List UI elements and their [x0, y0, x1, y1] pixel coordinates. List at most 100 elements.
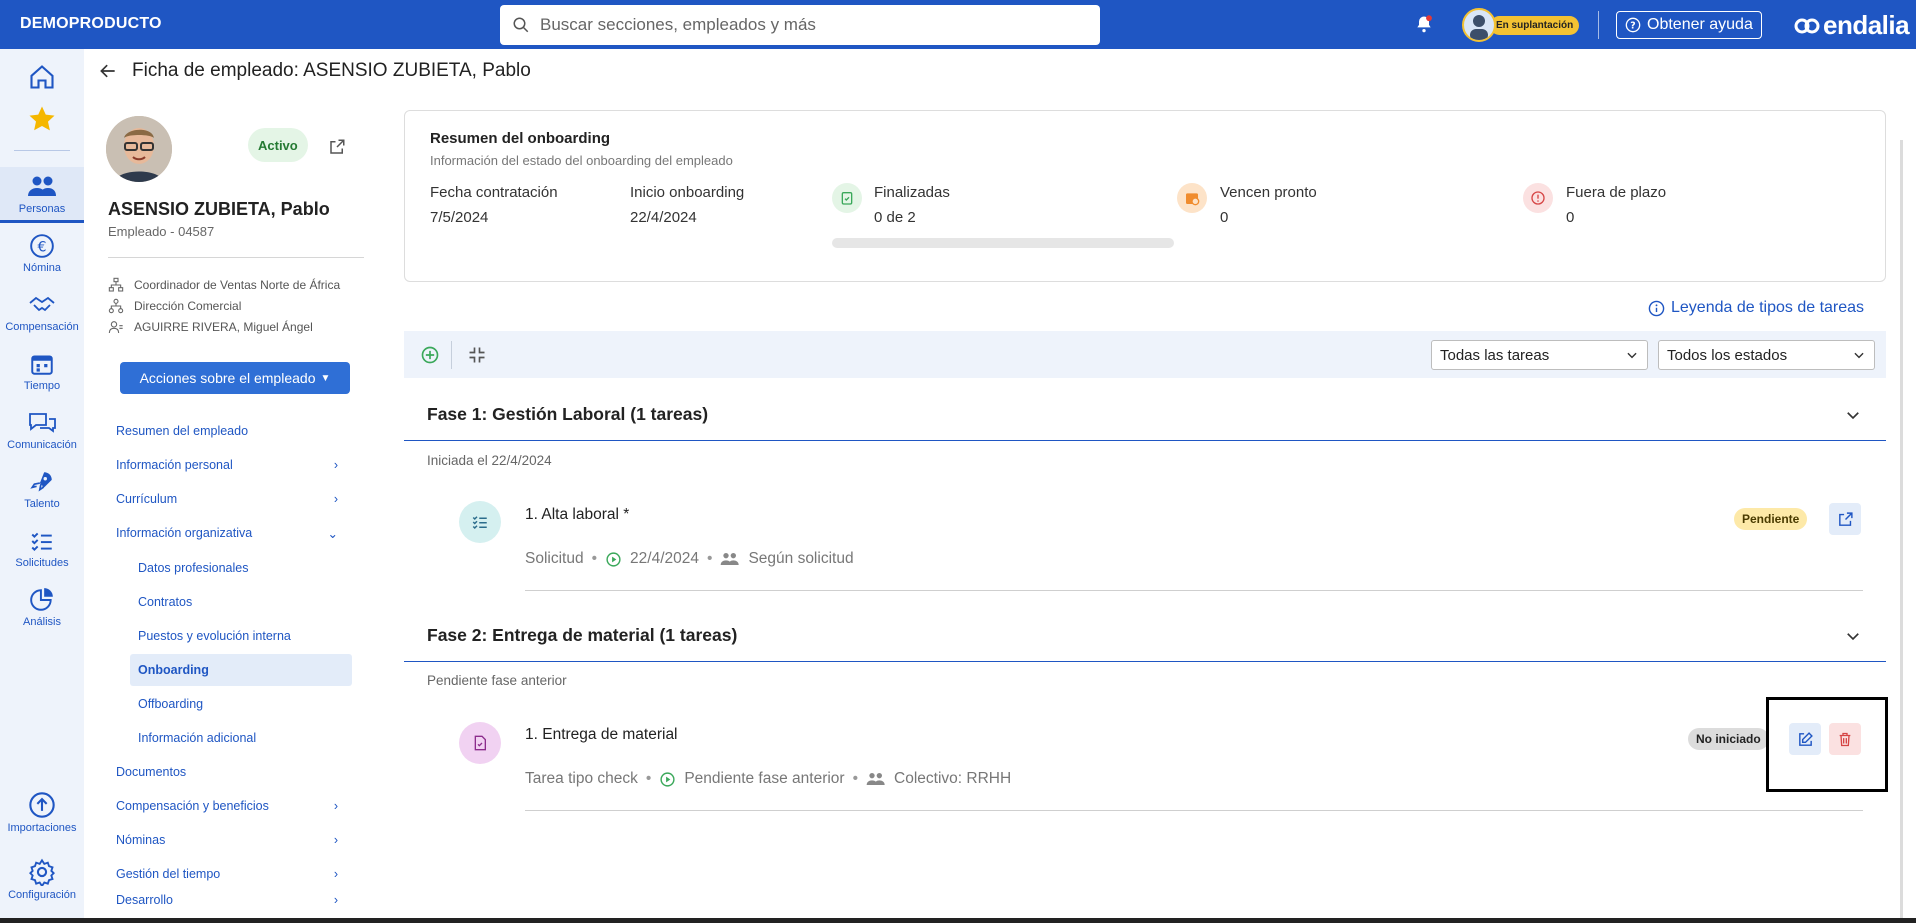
completed-stat: Finalizadas 0 de 2 — [874, 184, 950, 226]
onboarding-start-stat: Inicio onboarding 22/4/2024 — [630, 184, 744, 226]
menu-label: Información personal — [116, 458, 233, 472]
task-assignee: Según solicitud — [748, 550, 854, 567]
menu-documentos[interactable]: Documentos — [116, 757, 352, 787]
position-text: Coordinador de Ventas Norte de África — [134, 278, 341, 292]
people-icon — [28, 176, 56, 196]
menu-info-adicional[interactable]: Información adicional — [130, 723, 352, 753]
rail-label: Configuración — [8, 889, 76, 901]
stat-value: 0 — [1220, 209, 1229, 226]
endalia-logo[interactable]: endalia — [1794, 10, 1910, 41]
menu-nominas[interactable]: Nóminas › — [116, 825, 352, 855]
collapse-icon — [469, 347, 485, 363]
menu-curriculum[interactable]: Currículum › — [116, 484, 352, 514]
rail-configuracion[interactable]: Configuración — [0, 858, 84, 901]
group-icon — [866, 773, 885, 785]
menu-offboarding[interactable]: Offboarding — [130, 689, 352, 719]
task-filter-select[interactable]: Todas las tareas — [1431, 340, 1648, 370]
task-title[interactable]: 1. Entrega de material — [525, 726, 678, 744]
collapse-all-button[interactable] — [467, 345, 487, 365]
menu-contratos[interactable]: Contratos — [130, 587, 352, 617]
help-label: Obtener ayuda — [1647, 16, 1753, 33]
menu-compensacion[interactable]: Compensación y beneficios › — [116, 791, 352, 821]
employee-name: ASENSIO ZUBIETA, Pablo — [108, 199, 330, 219]
chevron-right-icon: › — [333, 799, 338, 813]
rocket-icon — [30, 472, 52, 492]
search-icon — [513, 17, 529, 33]
separator-dot: • — [707, 550, 713, 567]
onboarding-summary-card: Resumen del onboarding Información del e… — [404, 110, 1886, 282]
separator-dot: • — [591, 550, 598, 567]
logo-mark-icon — [1794, 18, 1820, 33]
rail-talento[interactable]: Talento — [0, 469, 84, 510]
menu-info-personal[interactable]: Información personal › — [116, 450, 352, 480]
employee-actions-label: Acciones sobre el empleado — [139, 370, 316, 386]
main-navigation: Personas € Nómina Compensación Tiempo Co… — [0, 49, 84, 923]
employee-id: Empleado - 04587 — [108, 224, 215, 239]
task-types-legend-link[interactable]: Leyenda de tipos de tareas — [1648, 299, 1864, 317]
rail-favorites[interactable] — [0, 104, 84, 134]
add-task-button[interactable] — [420, 345, 440, 365]
open-profile-button[interactable] — [328, 138, 346, 156]
status-badge: No iniciado — [1688, 728, 1769, 750]
separator-dot: • — [852, 770, 859, 787]
rail-label: Compensación — [5, 321, 79, 333]
user-menu[interactable]: En suplantación — [1462, 8, 1580, 42]
rail-importaciones[interactable]: Importaciones — [0, 791, 84, 834]
menu-resumen[interactable]: Resumen del empleado — [116, 416, 352, 446]
external-link-icon — [1838, 511, 1853, 526]
stat-label: Inicio onboarding — [630, 184, 745, 201]
toolbar-divider — [451, 341, 452, 369]
checklist-icon — [31, 532, 52, 552]
top-bar: DEMOPRODUCTO En suplantación ? Obtener a… — [0, 0, 1916, 49]
menu-info-organizativa[interactable]: Información organizativa ⌄ — [116, 518, 352, 548]
back-arrow-icon[interactable] — [98, 61, 118, 81]
rail-analisis[interactable]: Análisis — [0, 587, 84, 628]
global-search[interactable] — [500, 5, 1100, 45]
employee-actions-button[interactable]: Acciones sobre el empleado ▼ — [120, 362, 350, 394]
chevron-down-icon — [1847, 632, 1859, 640]
task-type: Solicitud — [525, 550, 584, 567]
rail-tiempo[interactable]: Tiempo — [0, 351, 84, 392]
task-type: Tarea tipo check — [525, 770, 638, 787]
page-title: Ficha de empleado: ASENSIO ZUBIETA, Pabl… — [132, 60, 531, 81]
rail-label: Talento — [24, 498, 60, 510]
menu-datos-profesionales[interactable]: Datos profesionales — [130, 553, 352, 583]
scrollbar[interactable] — [1900, 140, 1903, 923]
stat-label: Fuera de plazo — [1566, 184, 1667, 201]
task-date: 22/4/2024 — [630, 550, 699, 567]
stat-label: Vencen pronto — [1220, 184, 1317, 201]
summary-title: Resumen del onboarding — [430, 130, 611, 147]
due-soon-stat: Vencen pronto 0 — [1220, 184, 1317, 226]
search-input[interactable] — [540, 15, 1080, 35]
org-chart-icon — [108, 277, 124, 292]
rail-nomina[interactable]: € Nómina — [0, 233, 84, 274]
menu-onboarding[interactable]: Onboarding — [130, 654, 352, 686]
menu-desarrollo[interactable]: Desarrollo › — [116, 893, 352, 907]
state-filter-select[interactable]: Todos los estados — [1658, 340, 1875, 370]
chevron-down-icon — [1854, 352, 1864, 359]
notifications-button[interactable] — [1414, 13, 1434, 35]
rail-home[interactable] — [0, 63, 84, 91]
divider — [525, 810, 1863, 811]
open-task-button[interactable] — [1829, 503, 1861, 535]
task-title[interactable]: 1. Alta laboral * — [525, 506, 629, 524]
rail-label: Personas — [18, 203, 66, 215]
star-icon — [29, 106, 55, 131]
request-task-icon — [459, 501, 501, 543]
rail-personas[interactable]: Personas — [0, 167, 84, 223]
chevron-right-icon: › — [333, 458, 338, 472]
rail-comunicacion[interactable]: Comunicación — [0, 410, 84, 451]
help-button[interactable]: ? Obtener ayuda — [1616, 11, 1762, 39]
rail-solicitudes[interactable]: Solicitudes — [0, 528, 84, 569]
phase-2-header[interactable]: Fase 2: Entrega de material (1 tareas) — [404, 610, 1886, 662]
pie-chart-icon — [30, 588, 53, 611]
menu-puestos[interactable]: Puestos y evolución interna — [130, 621, 352, 651]
rail-compensacion[interactable]: Compensación — [0, 292, 84, 333]
department-text: Dirección Comercial — [134, 299, 242, 313]
chat-icon — [29, 413, 56, 433]
stat-value: 0 de 2 — [874, 209, 916, 226]
menu-gestion-tiempo[interactable]: Gestión del tiempo › — [116, 859, 352, 889]
phase-1-header[interactable]: Fase 1: Gestión Laboral (1 tareas) — [404, 389, 1886, 441]
handshake-icon — [29, 296, 55, 312]
company-name[interactable]: DEMOPRODUCTO — [20, 15, 162, 33]
